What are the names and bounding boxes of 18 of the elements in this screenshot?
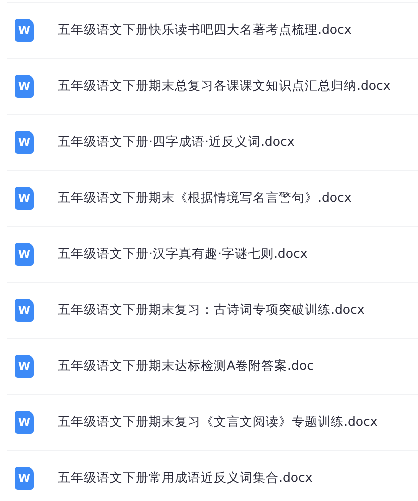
word-document-icon: W — [15, 411, 34, 434]
file-name[interactable]: 五年级语文下册期末总复习各课课文知识点汇总归纳.docx — [58, 78, 391, 95]
file-name[interactable]: 五年级语文下册期末《根据情境写名言警句》.docx — [58, 190, 352, 207]
word-document-icon: W — [15, 19, 34, 42]
word-document-icon: W — [15, 355, 34, 378]
file-name[interactable]: 五年级语文下册·汉字真有趣·字谜七则.docx — [58, 246, 308, 263]
word-document-icon: W — [15, 131, 34, 154]
file-name[interactable]: 五年级语文下册期末复习：古诗词专项突破训练.docx — [58, 302, 365, 319]
word-document-icon: W — [15, 467, 34, 490]
word-document-icon: W — [15, 75, 34, 98]
file-name[interactable]: 五年级语文下册快乐读书吧四大名著考点梳理.docx — [58, 22, 352, 39]
word-document-icon: W — [15, 187, 34, 210]
word-document-icon: W — [15, 299, 34, 322]
file-name[interactable]: 五年级语文下册常用成语近反义词集合.docx — [58, 470, 313, 487]
file-name[interactable]: 五年级语文下册期末复习《文言文阅读》专题训练.docx — [58, 414, 378, 431]
word-document-icon: W — [15, 243, 34, 266]
file-name[interactable]: 五年级语文下册·四字成语·近反义词.docx — [58, 134, 295, 151]
file-name[interactable]: 五年级语文下册期末达标检测A卷附答案.doc — [58, 358, 314, 375]
